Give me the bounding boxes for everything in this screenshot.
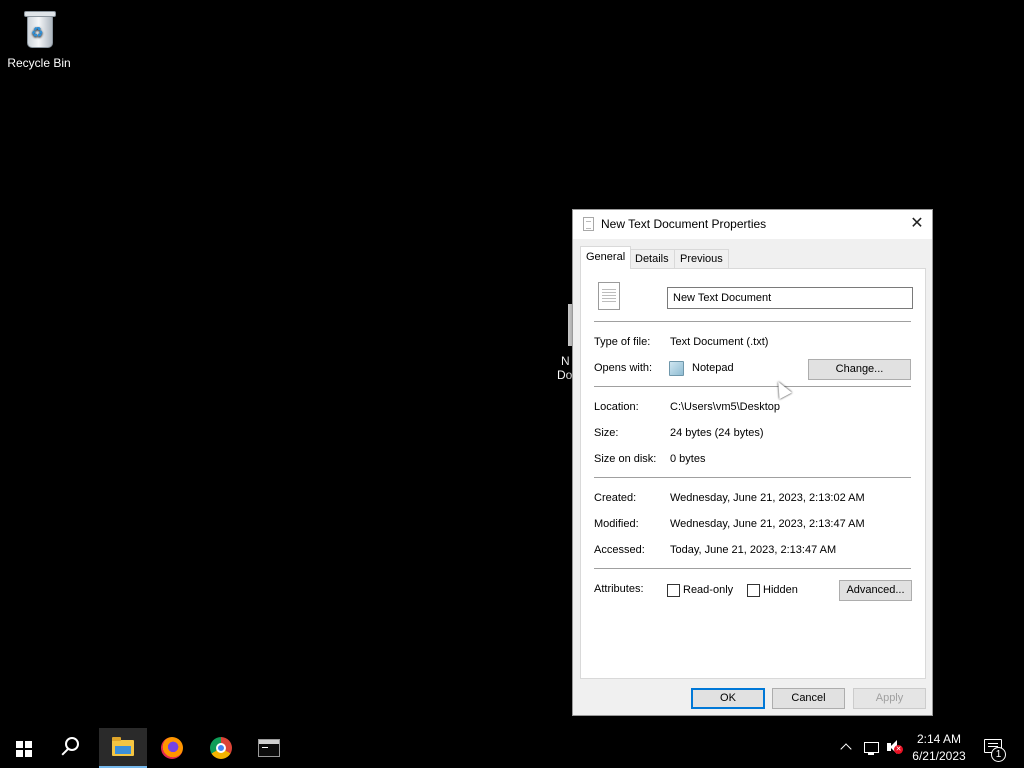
location-value: C:\Users\vm5\Desktop [670,401,781,413]
recycle-bin-icon: ♻ [19,8,59,52]
divider [594,477,911,478]
location-label: Location: [594,401,639,413]
opens-with-label: Opens with: [594,362,653,374]
modified-value: Wednesday, June 21, 2023, 2:13:47 AM [670,518,865,530]
clock-date: 6/21/2023 [912,749,966,763]
apply-button: Apply [853,688,926,709]
divider [594,386,911,387]
general-tab-panel: Type of file: Text Document (.txt) Opens… [580,268,926,679]
dialog-title: New Text Document Properties [601,217,767,231]
divider [594,321,911,322]
taskbar-firefox[interactable] [148,728,196,768]
windows-logo-icon [16,741,32,757]
recycle-bin-shortcut[interactable]: ♻ Recycle Bin [1,8,77,70]
size-label: Size: [594,427,619,439]
taskbar-clock[interactable]: 2:14 AM 6/21/2023 [906,731,972,765]
size-on-disk-label: Size on disk: [594,453,657,465]
created-value: Wednesday, June 21, 2023, 2:13:02 AM [670,492,865,504]
chrome-icon [210,737,232,759]
advanced-button[interactable]: Advanced... [839,580,912,601]
taskbar-chrome[interactable] [197,728,245,768]
recycle-bin-label: Recycle Bin [7,56,71,70]
notification-count-badge: 1 [991,747,1006,762]
size-on-disk-value: 0 bytes [670,453,706,465]
opens-with-value: Notepad [692,362,734,374]
text-file-icon [598,282,620,310]
cancel-button[interactable]: Cancel [772,688,845,709]
type-value: Text Document (.txt) [670,336,769,348]
hidden-checkbox[interactable] [747,584,760,597]
ok-button[interactable]: OK [691,688,765,709]
firefox-icon [161,737,183,759]
start-button[interactable] [0,728,48,768]
type-label: Type of file: [594,336,651,348]
modified-label: Modified: [594,518,639,530]
dialog-titlebar[interactable]: New Text Document Properties ✕ [573,210,932,239]
document-icon [583,217,594,231]
search-icon [65,737,79,751]
taskbar-file-explorer[interactable] [99,728,147,768]
tab-previous-versions[interactable]: Previous Versions [674,249,729,283]
file-name-input[interactable] [667,287,913,309]
clock-time: 2:14 AM [916,732,962,746]
tab-general[interactable]: General [580,246,632,269]
change-button[interactable]: Change... [808,359,911,380]
properties-dialog: New Text Document Properties ✕ General D… [572,209,933,716]
folder-icon [112,737,134,756]
notepad-icon [669,361,684,376]
readonly-checkbox[interactable] [667,584,680,597]
tab-details[interactable]: Details [629,249,675,269]
accessed-label: Accessed: [594,544,645,556]
close-icon[interactable]: ✕ [902,210,932,239]
readonly-label: Read-only [683,584,734,596]
terminal-icon [258,739,280,757]
accessed-value: Today, June 21, 2023, 2:13:47 AM [670,544,837,556]
muted-badge-icon: ✕ [894,745,903,754]
hidden-label: Hidden [763,584,798,596]
divider [594,568,911,569]
attributes-label: Attributes: [594,583,644,595]
network-icon[interactable] [862,728,880,768]
size-value: 24 bytes (24 bytes) [670,427,764,439]
taskbar-terminal[interactable] [245,728,293,768]
taskbar [0,728,1024,768]
search-button[interactable] [48,728,96,768]
show-hidden-icons-chevron-icon[interactable] [838,728,854,768]
created-label: Created: [594,492,637,504]
